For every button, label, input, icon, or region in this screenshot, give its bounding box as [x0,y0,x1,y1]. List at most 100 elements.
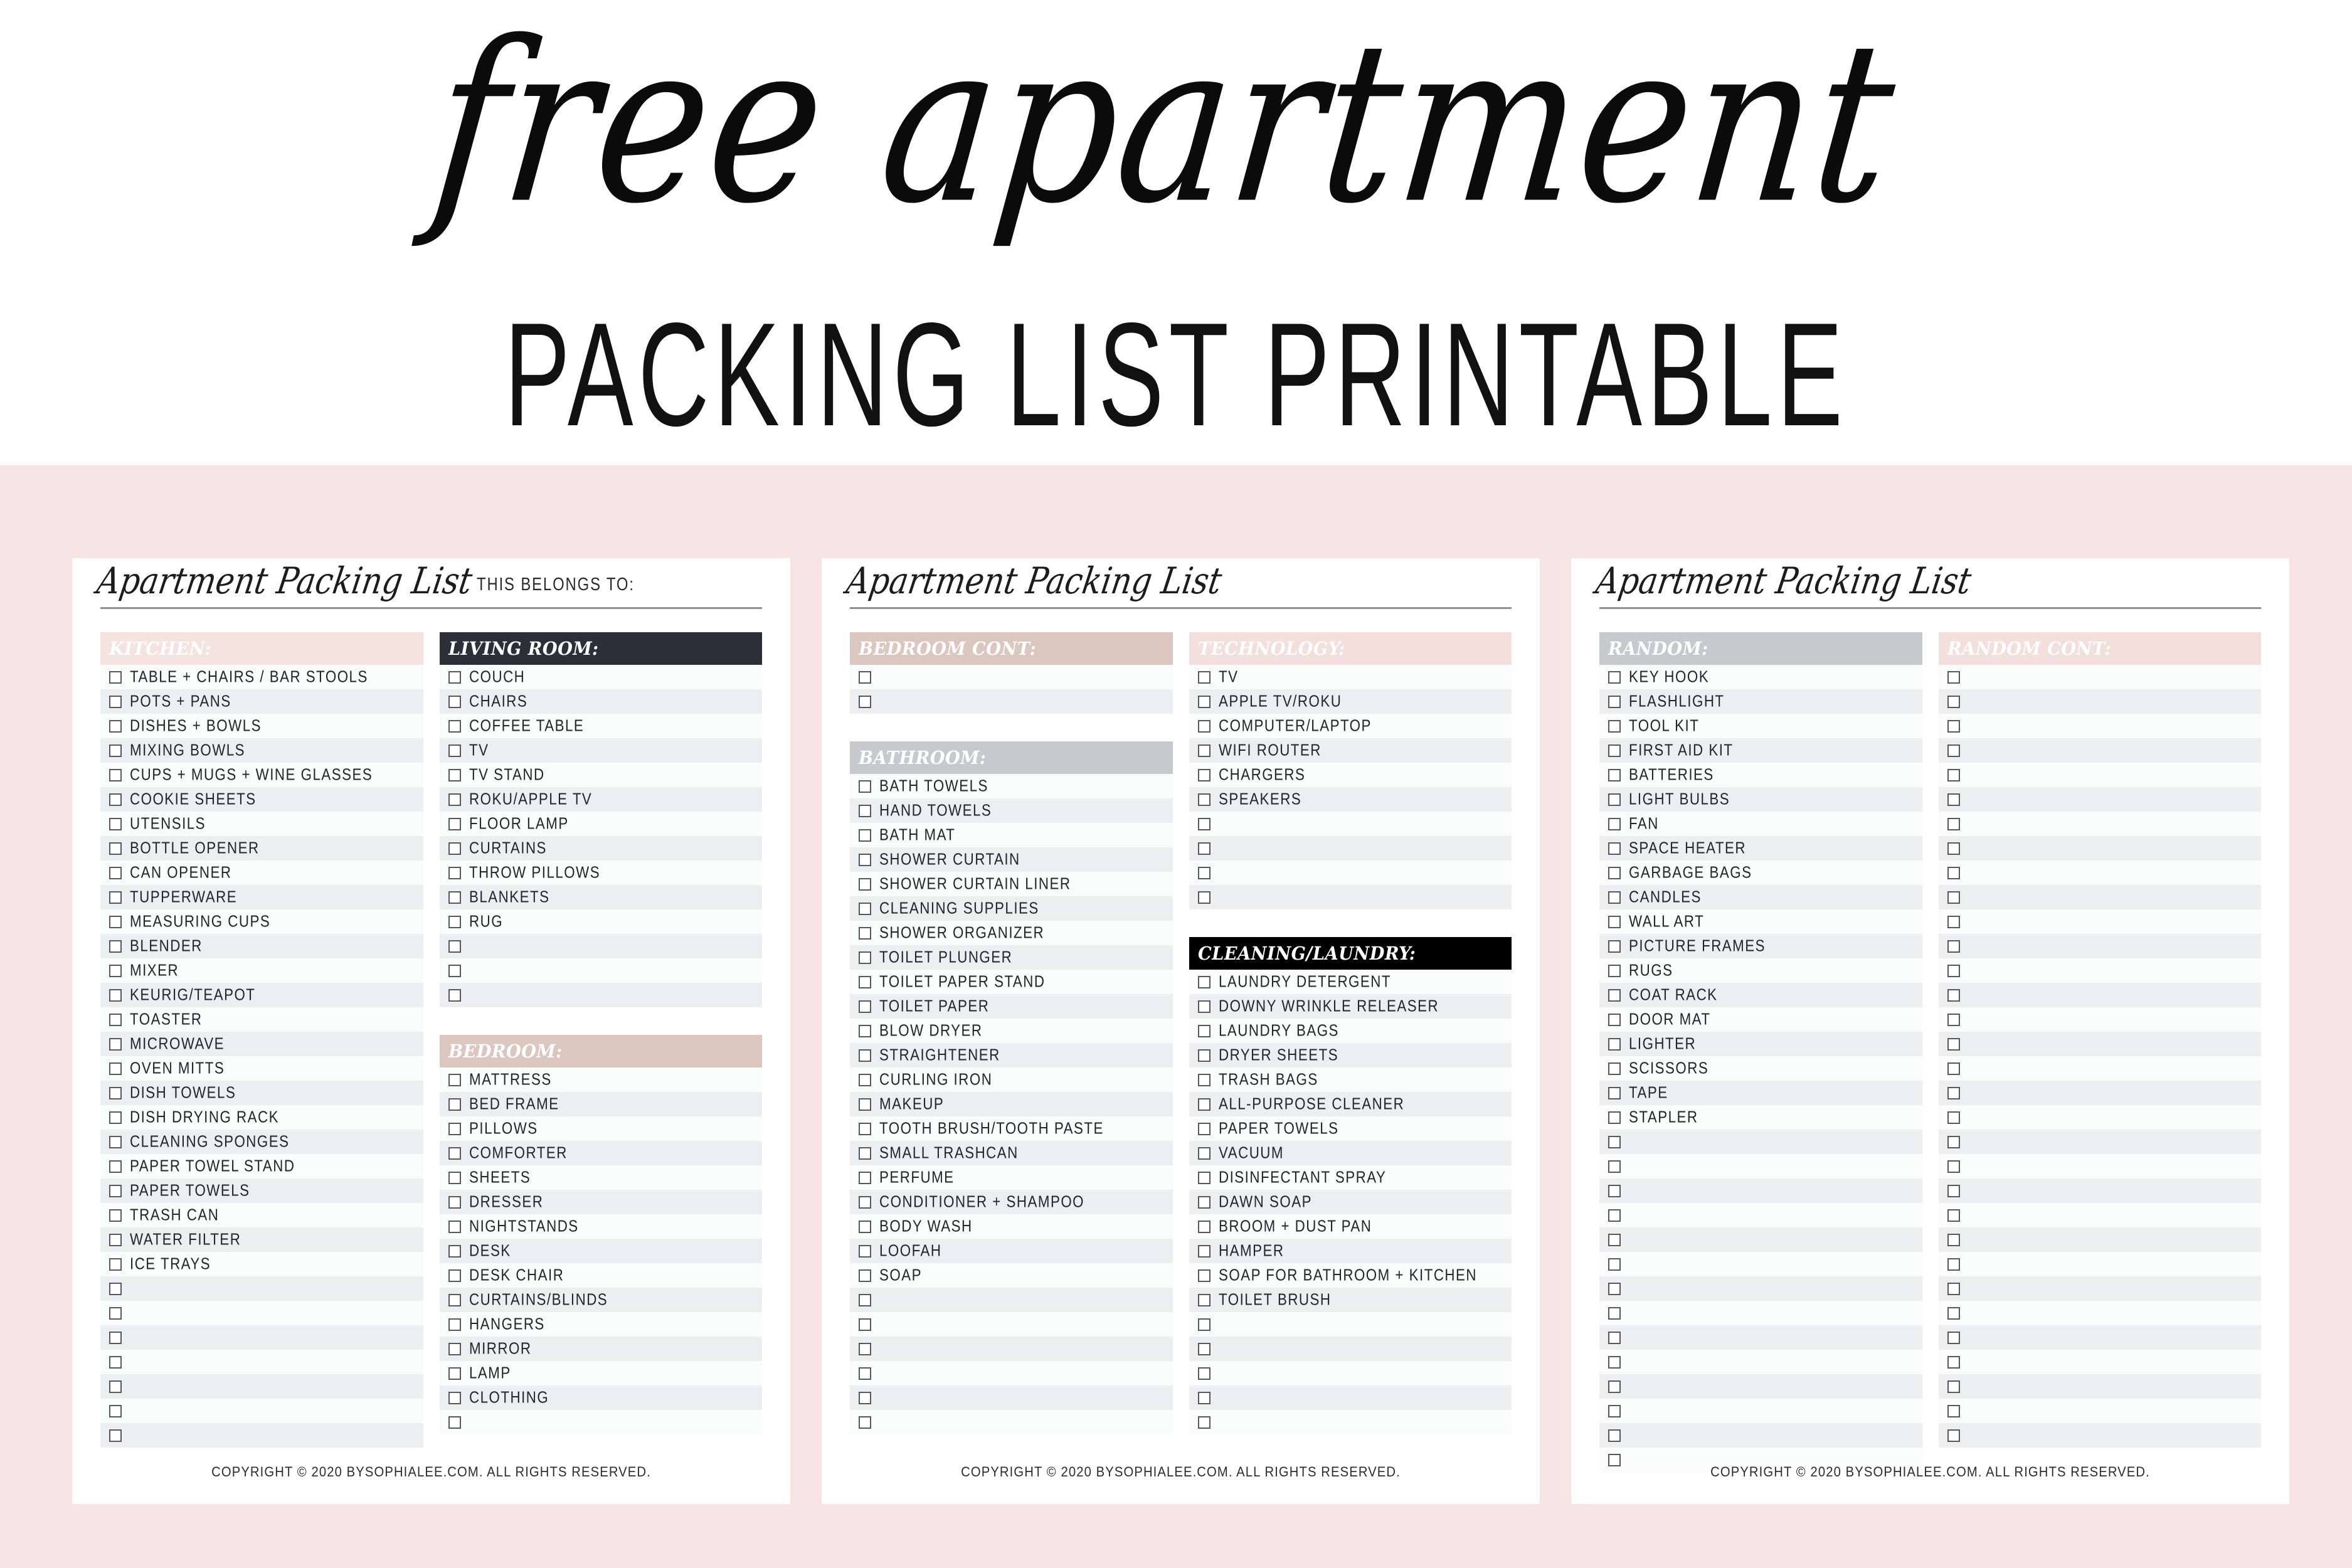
checkbox-icon[interactable] [1608,1086,1621,1099]
checklist-row[interactable] [1938,958,2261,983]
checklist-row[interactable]: CHARGERS [1189,763,1512,787]
checklist-row[interactable] [1938,983,2261,1007]
checklist-row[interactable] [1599,1179,1922,1203]
checklist-row[interactable]: THROW PILLOWS [439,861,762,885]
checklist-row[interactable] [1938,1056,2261,1081]
checklist-row[interactable]: CURTAINS/BLINDS [439,1288,762,1312]
checklist-row[interactable]: CHAIRS [439,689,762,714]
checkbox-icon[interactable] [1608,744,1621,757]
checkbox-icon[interactable] [1197,670,1210,684]
checkbox-icon[interactable] [109,891,122,904]
checkbox-icon[interactable] [1197,891,1210,904]
checkbox-icon[interactable] [1947,915,1960,928]
checkbox-icon[interactable] [1197,1220,1210,1233]
checkbox-icon[interactable] [1947,817,1960,830]
checkbox-icon[interactable] [1608,1160,1621,1173]
checklist-row[interactable]: STRAIGHTENER [850,1043,1173,1067]
checkbox-icon[interactable] [1197,1244,1210,1258]
checklist-row[interactable]: BATH MAT [850,823,1173,847]
checklist-row[interactable] [850,1337,1173,1361]
checkbox-icon[interactable] [1608,768,1621,781]
checklist-row[interactable] [1189,812,1512,836]
checklist-row[interactable]: DISHES + BOWLS [100,714,423,738]
checkbox-icon[interactable] [1197,817,1210,830]
checkbox-icon[interactable] [1947,744,1960,757]
checkbox-icon[interactable] [859,1073,871,1086]
checkbox-icon[interactable] [859,780,871,793]
checklist-row[interactable] [1938,812,2261,836]
checkbox-icon[interactable] [1947,768,1960,781]
checkbox-icon[interactable] [859,695,871,708]
checkbox-icon[interactable] [859,670,871,684]
checkbox-icon[interactable] [448,1293,461,1306]
checklist-row[interactable]: TV [439,738,762,763]
checklist-row[interactable] [1189,1337,1512,1361]
checkbox-icon[interactable] [859,853,871,866]
checklist-row[interactable] [1189,1361,1512,1385]
checklist-row[interactable]: TOILET BRUSH [1189,1288,1512,1312]
checkbox-icon[interactable] [109,1404,122,1417]
checklist-row[interactable]: COFFEE TABLE [439,714,762,738]
checkbox-icon[interactable] [448,1342,461,1355]
checklist-row[interactable]: MEASURING CUPS [100,909,423,934]
checkbox-icon[interactable] [1608,1233,1621,1246]
checkbox-icon[interactable] [1947,1380,1960,1393]
checklist-row[interactable]: HAMPER [1189,1239,1512,1263]
checklist-row[interactable]: PAPER TOWELS [1189,1116,1512,1141]
checklist-row[interactable]: SHOWER ORGANIZER [850,921,1173,945]
checklist-row[interactable]: COUCH [439,665,762,689]
checkbox-icon[interactable] [1197,695,1210,708]
checklist-row[interactable]: ICE TRAYS [100,1252,423,1276]
checkbox-icon[interactable] [109,1429,122,1442]
checkbox-icon[interactable] [1947,793,1960,806]
checkbox-icon[interactable] [859,975,871,988]
checklist-row[interactable] [100,1350,423,1374]
checklist-row[interactable]: CANDLES [1599,885,1922,909]
checkbox-icon[interactable] [1947,866,1960,879]
checklist-row[interactable] [1938,714,2261,738]
checklist-row[interactable] [1938,763,2261,787]
checkbox-icon[interactable] [448,1391,461,1404]
checkbox-icon[interactable] [1947,670,1960,684]
checklist-row[interactable]: RUGS [1599,958,1922,983]
checklist-row[interactable]: KEURIG/TEAPOT [100,983,423,1007]
checkbox-icon[interactable] [859,804,871,817]
checklist-row[interactable] [1938,934,2261,958]
checklist-row[interactable]: MAKEUP [850,1092,1173,1116]
checkbox-icon[interactable] [109,964,122,977]
checkbox-icon[interactable] [448,1171,461,1184]
checklist-row[interactable] [1938,689,2261,714]
checkbox-icon[interactable] [859,1220,871,1233]
checklist-row[interactable]: UTENSILS [100,812,423,836]
checkbox-icon[interactable] [1947,695,1960,708]
checklist-row[interactable] [439,983,762,1007]
checklist-row[interactable]: DRESSER [439,1190,762,1214]
checklist-row[interactable]: PICTURE FRAMES [1599,934,1922,958]
checklist-row[interactable] [1938,1399,2261,1423]
checkbox-icon[interactable] [1197,1147,1210,1160]
checklist-row[interactable] [1938,836,2261,861]
checkbox-icon[interactable] [859,1195,871,1209]
checklist-row[interactable]: BODY WASH [850,1214,1173,1239]
checkbox-icon[interactable] [1197,719,1210,733]
checkbox-icon[interactable] [1608,1209,1621,1222]
checklist-row[interactable]: COMFORTER [439,1141,762,1165]
checklist-row[interactable]: HANGERS [439,1312,762,1337]
checkbox-icon[interactable] [448,1147,461,1160]
checkbox-icon[interactable] [1947,1355,1960,1369]
checklist-row[interactable] [850,1361,1173,1385]
checklist-row[interactable]: DRYER SHEETS [1189,1043,1512,1067]
checklist-row[interactable]: LOOFAH [850,1239,1173,1263]
checklist-row[interactable]: FIRST AID KIT [1599,738,1922,763]
checklist-row[interactable] [1938,885,2261,909]
checklist-row[interactable]: DOOR MAT [1599,1007,1922,1032]
checkbox-icon[interactable] [859,1416,871,1429]
checkbox-icon[interactable] [1197,1024,1210,1037]
checklist-row[interactable]: PAPER TOWEL STAND [100,1154,423,1179]
checklist-row[interactable]: SPEAKERS [1189,787,1512,812]
checkbox-icon[interactable] [859,1367,871,1380]
checkbox-icon[interactable] [1197,1416,1210,1429]
checkbox-icon[interactable] [1947,1429,1960,1442]
checklist-row[interactable]: TOOL KIT [1599,714,1922,738]
checklist-row[interactable]: SPACE HEATER [1599,836,1922,861]
